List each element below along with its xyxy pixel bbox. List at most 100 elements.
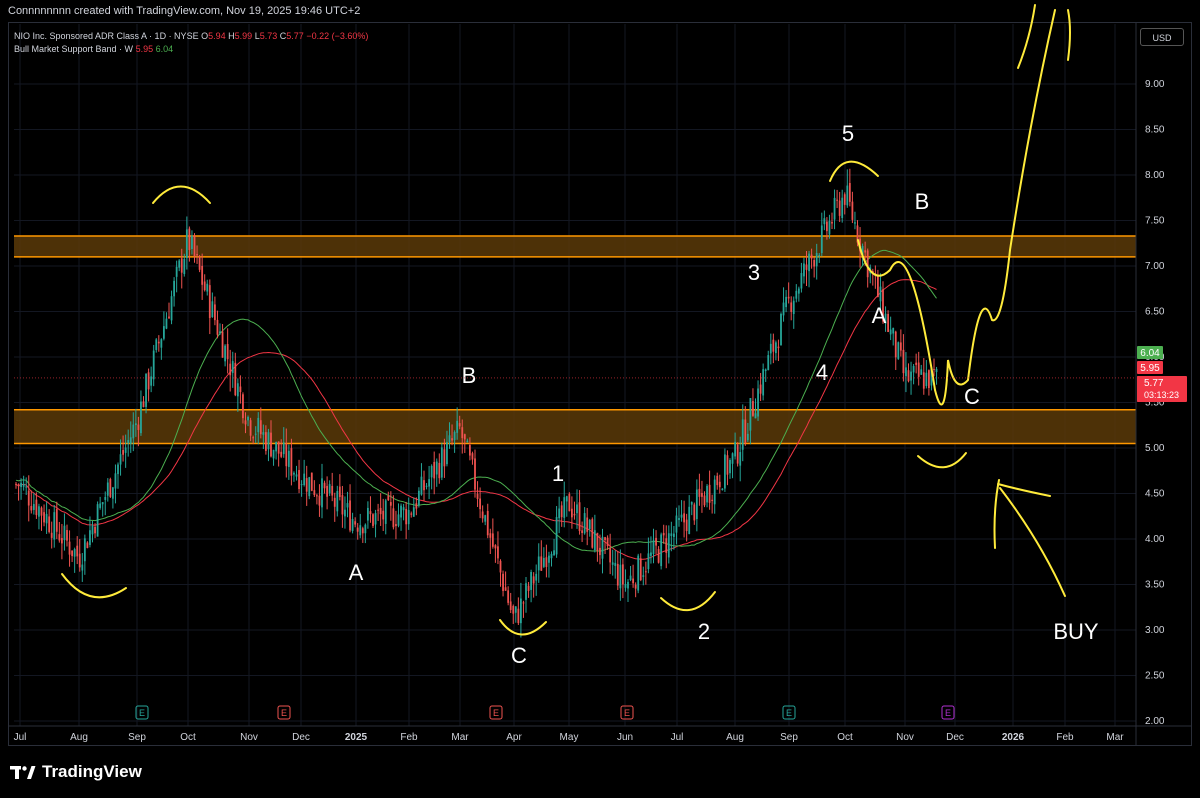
hand-drawing-7 xyxy=(857,9,1056,406)
candle-body xyxy=(593,530,596,550)
candle-body xyxy=(899,342,902,351)
hand-drawing-2 xyxy=(152,185,211,204)
wave-label-4: 4 xyxy=(816,360,828,385)
candle-body xyxy=(155,339,158,350)
candle-body xyxy=(456,420,459,433)
wave-label-BUY: BUY xyxy=(1053,619,1099,644)
candle-body xyxy=(517,608,520,624)
candle-body xyxy=(935,368,938,373)
candle-body xyxy=(828,220,831,235)
candle-body xyxy=(254,433,257,435)
candle-body xyxy=(504,587,507,591)
candle-body xyxy=(338,486,341,497)
candle-body xyxy=(86,542,89,548)
candle-body xyxy=(843,194,846,205)
y-tick-label: 5.00 xyxy=(1145,443,1165,454)
candle-body xyxy=(262,432,265,435)
candle-body xyxy=(282,442,285,455)
candle-body xyxy=(428,479,430,487)
candle-body xyxy=(407,510,410,525)
hand-drawing-1 xyxy=(61,573,127,599)
candle-body xyxy=(461,427,464,439)
candle-body xyxy=(313,490,316,496)
candle-body xyxy=(341,495,344,515)
candle-body xyxy=(685,519,688,532)
candle-body xyxy=(303,473,306,486)
candle-body xyxy=(897,342,900,359)
legend-indicator-row: Bull Market Support Band · W 5.95 6.04 xyxy=(14,43,368,56)
candle-body xyxy=(22,483,25,487)
candle-body xyxy=(147,372,150,390)
resistance-zone-1 xyxy=(14,235,1136,257)
candle-body xyxy=(196,254,198,256)
candle-body xyxy=(680,514,683,518)
candle-body xyxy=(808,253,810,272)
candle-body xyxy=(372,514,374,526)
candle-body xyxy=(349,500,351,531)
candle-body xyxy=(484,515,487,522)
candle-body xyxy=(724,454,726,489)
candle-body xyxy=(818,254,821,257)
candle-body xyxy=(55,509,58,532)
candle-body xyxy=(458,423,461,427)
candle-body xyxy=(310,472,313,491)
candle-body xyxy=(877,276,879,298)
candle-body xyxy=(803,263,805,277)
candle-body xyxy=(507,590,510,603)
candle-body xyxy=(772,339,775,352)
y-tick-label: 7.50 xyxy=(1145,216,1165,227)
x-tick-label: Mar xyxy=(451,732,469,743)
hand-drawing-6 xyxy=(917,452,967,469)
candle-body xyxy=(170,296,173,321)
earnings-marker-label: E xyxy=(139,708,145,718)
symbol-title[interactable]: NIO Inc. Sponsored ADR Class A · 1D · NY… xyxy=(14,31,199,41)
x-tick-label: Mar xyxy=(1106,732,1124,743)
candle-body xyxy=(670,533,673,537)
candle-body xyxy=(418,490,420,506)
currency-button[interactable]: USD xyxy=(1140,28,1184,46)
wave-label-5: 5 xyxy=(842,121,854,146)
candle-body xyxy=(78,553,81,568)
candle-body xyxy=(101,502,104,505)
candle-body xyxy=(614,562,617,566)
candle-body xyxy=(463,434,466,440)
wave-label-C: C xyxy=(511,643,527,668)
candle-body xyxy=(50,532,53,538)
candle-body xyxy=(591,519,594,548)
y-tick-label: 4.00 xyxy=(1145,534,1165,545)
candle-body xyxy=(752,401,754,416)
candle-body xyxy=(905,367,907,377)
earnings-marker-label: E xyxy=(624,708,630,718)
candle-body xyxy=(491,533,494,547)
candle-body xyxy=(152,350,155,380)
price-chart[interactable]: A B C 1 2 3 4 5 A B C BUY E E E E E E 9.00 8.50 8.00 7.50 7.… xyxy=(0,0,1200,748)
candle-body xyxy=(805,264,808,270)
candle-body xyxy=(145,373,147,407)
candle-body xyxy=(530,571,532,590)
candle-body xyxy=(15,483,17,485)
x-tick-label: Dec xyxy=(946,732,964,743)
candle-body xyxy=(586,517,589,532)
indicator-title[interactable]: Bull Market Support Band · W xyxy=(14,44,133,54)
y-tick-label: 3.00 xyxy=(1145,625,1165,636)
x-tick-label: Aug xyxy=(726,732,744,743)
candle-body xyxy=(540,556,543,571)
candle-body xyxy=(58,534,61,541)
tradingview-logo[interactable]: TradingView xyxy=(10,762,142,782)
candle-body xyxy=(693,504,696,521)
candle-body xyxy=(127,439,130,444)
candle-body xyxy=(203,281,206,291)
candle-body xyxy=(565,496,568,502)
candle-body xyxy=(410,513,413,515)
candle-body xyxy=(252,437,255,439)
y-tick-label: 3.50 xyxy=(1145,580,1165,591)
candle-body xyxy=(848,183,851,202)
candle-body xyxy=(616,563,619,586)
candle-body xyxy=(741,419,744,450)
candle-body xyxy=(650,552,652,556)
candle-body xyxy=(382,510,385,520)
candle-body xyxy=(361,528,364,534)
wave-label-A: A xyxy=(872,303,887,328)
candle-body xyxy=(191,235,193,250)
candle-body xyxy=(214,304,216,321)
